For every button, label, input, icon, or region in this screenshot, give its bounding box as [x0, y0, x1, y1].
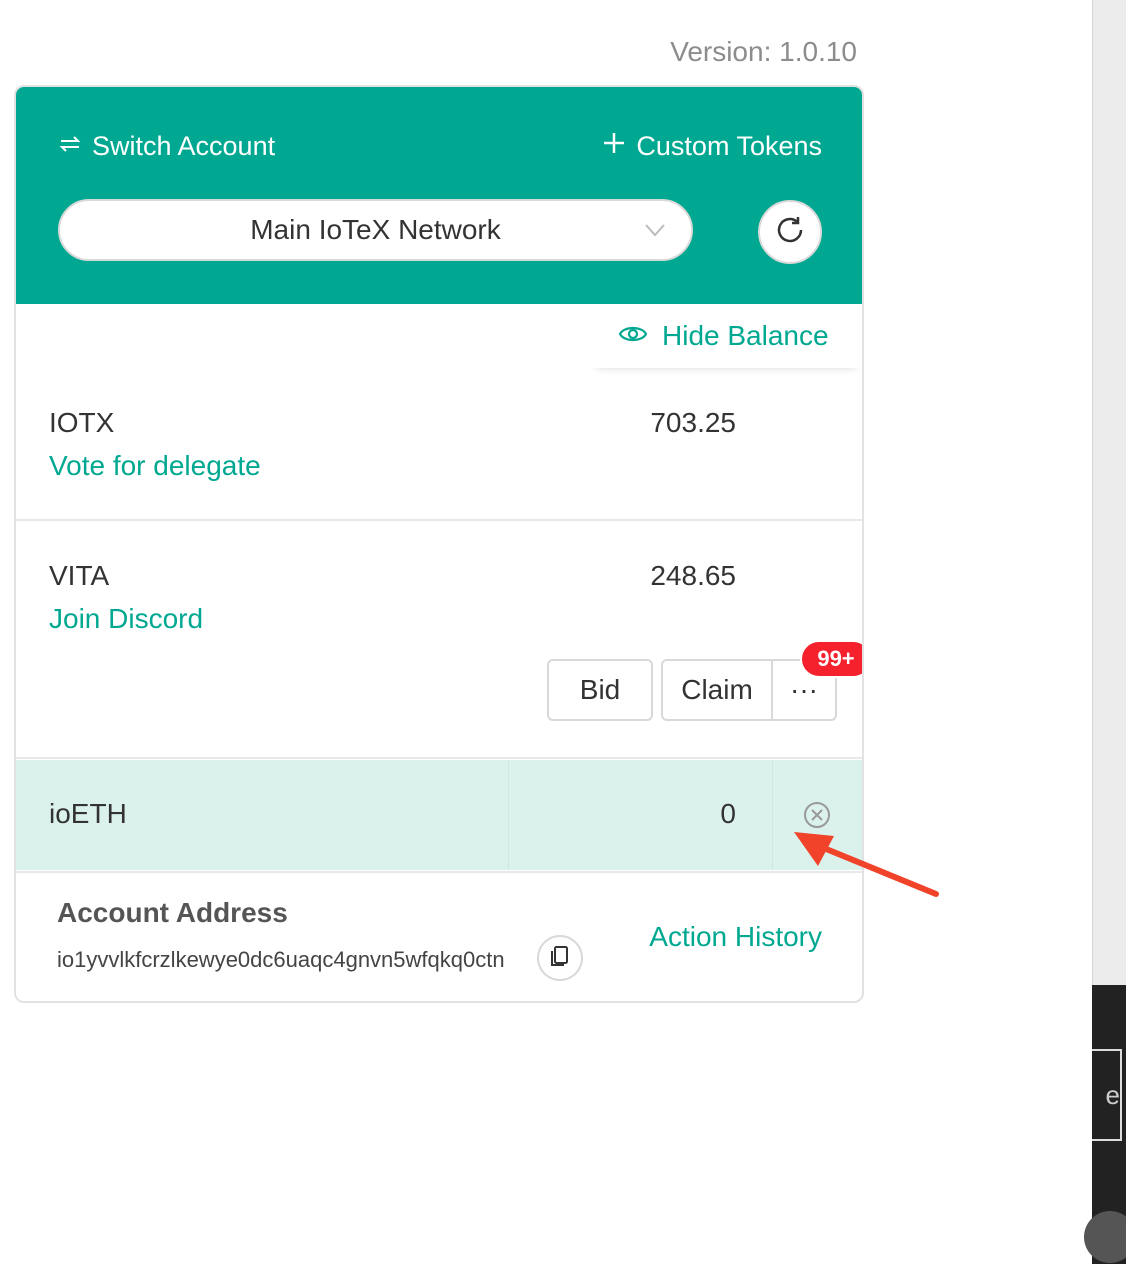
column-divider — [508, 760, 509, 870]
switch-account-label: Switch Account — [92, 131, 276, 161]
side-text: e — [1105, 1079, 1120, 1110]
version-label: Version: 1.0.10 — [670, 36, 857, 67]
token-symbol: VITA — [49, 560, 110, 591]
token-symbol: IOTX — [49, 407, 115, 438]
action-history-link[interactable]: Action History — [649, 921, 822, 953]
account-section: Account Address io1yvvlkfcrzlkewye0dc6ua… — [16, 871, 862, 1001]
vote-for-delegate-link[interactable]: Vote for delegate — [49, 450, 261, 482]
custom-tokens-button[interactable]: Custom Tokens — [602, 131, 822, 162]
token-row-vita: VITA 248.65 Join Discord Bid Claim ··· 9… — [16, 522, 862, 759]
token-row-iotx: IOTX 703.25 Vote for delegate — [16, 387, 862, 521]
side-panel-light — [1092, 0, 1126, 985]
refresh-button[interactable] — [758, 200, 822, 264]
account-address-value: io1yvvlkfcrzlkewye0dc6uaqc4gnvn5wfqkq0ct… — [57, 947, 505, 972]
plus-icon — [602, 131, 626, 162]
refresh-icon — [774, 214, 806, 251]
column-divider — [772, 760, 773, 870]
account-address-title: Account Address — [57, 897, 288, 928]
side-round-icon — [1084, 1211, 1126, 1263]
network-label: Main IoTeX Network — [250, 214, 501, 245]
switch-icon — [58, 131, 82, 162]
token-row-ioeth: ioETH 0 — [16, 760, 862, 870]
copy-icon — [548, 944, 572, 973]
token-symbol: ioETH — [49, 798, 127, 829]
copy-address-button[interactable] — [537, 935, 583, 981]
bid-button[interactable]: Bid — [547, 659, 653, 721]
token-amount: 0 — [720, 798, 736, 829]
chevron-down-icon — [643, 217, 667, 249]
side-box: e — [1092, 1049, 1122, 1141]
wallet-header: Switch Account Custom Tokens Main IoTeX … — [16, 87, 862, 304]
hide-balance-button[interactable]: Hide Balance — [590, 304, 862, 368]
claim-button[interactable]: Claim — [661, 659, 773, 721]
eye-icon — [618, 320, 648, 352]
side-panel-dark: e — [1084, 985, 1126, 1264]
wallet-panel: Switch Account Custom Tokens Main IoTeX … — [14, 85, 864, 1003]
notification-badge: 99+ — [800, 640, 862, 678]
annotation-arrow-icon — [794, 832, 939, 897]
token-amount: 703.25 — [650, 407, 736, 438]
join-discord-link[interactable]: Join Discord — [49, 603, 203, 635]
switch-account-button[interactable]: Switch Account — [58, 131, 275, 162]
hide-balance-label: Hide Balance — [662, 320, 829, 351]
custom-tokens-label: Custom Tokens — [636, 131, 822, 161]
token-amount: 248.65 — [650, 560, 736, 591]
network-select[interactable]: Main IoTeX Network — [58, 199, 693, 261]
